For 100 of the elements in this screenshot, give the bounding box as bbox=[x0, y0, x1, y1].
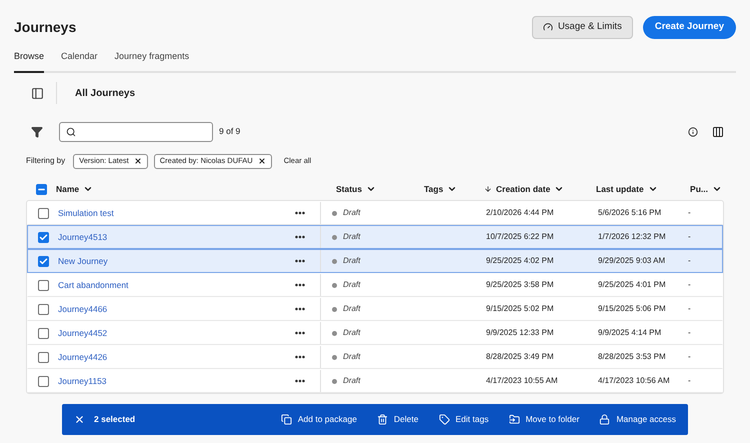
page-title: Journeys bbox=[14, 18, 76, 37]
table-row[interactable]: Journey4426 Draft 8/28/2025 3:49 PM 8/28/2025 3:53 PM - bbox=[27, 345, 723, 369]
action-button[interactable]: Manage access bbox=[599, 413, 676, 426]
search-icon bbox=[66, 126, 76, 136]
table-cell: - bbox=[688, 255, 691, 267]
table-cell-text: 4/17/2023 10:56 AM bbox=[598, 375, 671, 387]
tab[interactable]: Calendar bbox=[61, 50, 98, 73]
create-button[interactable]: Create Journey bbox=[642, 16, 736, 38]
table-cell: - bbox=[688, 351, 691, 363]
checkbox[interactable] bbox=[38, 256, 48, 266]
result-count: 9 of 9 bbox=[219, 125, 240, 138]
table-cell: - bbox=[688, 327, 691, 339]
table-cell-text: 4/17/2023 10:55 AM bbox=[486, 375, 559, 387]
action-button[interactable]: Add to package bbox=[280, 413, 357, 426]
table-cell: - bbox=[688, 303, 691, 315]
table-cell-text: 9/9/2025 12:33 PM bbox=[486, 327, 555, 339]
status-text: Draft bbox=[343, 303, 360, 315]
table-row[interactable]: New Journey Draft 9/25/2025 4:02 PM 9/29/2025 9:03 AM - bbox=[27, 249, 723, 273]
table-cell-text: 9/25/2025 4:02 PM bbox=[486, 255, 555, 267]
info-icon[interactable] bbox=[688, 126, 698, 136]
table-cell-text: 9/29/2025 9:03 AM bbox=[598, 255, 666, 267]
table-row[interactable]: Journey4466 Draft 9/15/2025 5:02 PM 9/15/2025 5:06 PM - bbox=[27, 297, 723, 321]
gauge-icon bbox=[542, 22, 553, 32]
status-text: Draft bbox=[343, 327, 360, 339]
chevron-down-icon bbox=[554, 184, 564, 194]
action-button[interactable]: Delete bbox=[376, 413, 418, 426]
chevron-down-icon bbox=[83, 184, 94, 194]
checkbox[interactable] bbox=[38, 328, 48, 338]
view-title: All Journeys bbox=[75, 86, 136, 100]
close-icon[interactable] bbox=[134, 157, 142, 165]
tag-icon bbox=[438, 414, 450, 425]
chevron-down-icon bbox=[447, 184, 458, 194]
checkbox[interactable] bbox=[38, 376, 48, 386]
status-text: Draft bbox=[343, 279, 360, 291]
table-cell: - bbox=[688, 375, 691, 387]
checkbox[interactable] bbox=[38, 352, 48, 362]
checkbox[interactable] bbox=[36, 184, 46, 194]
chevron-down-icon bbox=[712, 184, 722, 194]
selection-count: 2 selected bbox=[94, 413, 136, 426]
journey-link[interactable]: Journey4452 bbox=[58, 326, 108, 340]
journey-link[interactable]: Journey1153 bbox=[58, 374, 107, 388]
column-header[interactable]: Name bbox=[56, 182, 94, 196]
chevron-down-icon bbox=[366, 184, 376, 194]
status-text: Draft bbox=[343, 255, 360, 267]
checkbox[interactable] bbox=[38, 280, 48, 290]
column-header[interactable]: Status bbox=[336, 182, 376, 196]
copy-icon bbox=[280, 414, 292, 425]
tab[interactable]: Journey fragments bbox=[114, 50, 190, 73]
status-text: Draft bbox=[343, 351, 360, 363]
checkbox[interactable] bbox=[38, 304, 48, 314]
check-icon bbox=[38, 232, 48, 242]
table-cell-text: 10/7/2025 6:22 PM bbox=[486, 231, 555, 243]
status-text: Draft bbox=[343, 375, 360, 387]
action-button[interactable]: Move to folder bbox=[508, 413, 580, 426]
panel-icon[interactable] bbox=[31, 86, 44, 100]
table-row[interactable]: Journey4513 Draft 10/7/2025 6:22 PM 1/7/2026 12:32 PM - bbox=[27, 225, 723, 249]
filter-label: Filtering by bbox=[26, 155, 66, 167]
table-row[interactable]: Cart abandonment Draft 9/25/2025 3:58 PM 9/25/2025 4:01 PM - bbox=[27, 273, 723, 297]
action-button[interactable]: Edit tags bbox=[438, 413, 489, 426]
table-cell: - bbox=[688, 207, 691, 219]
table-cell: - bbox=[688, 279, 691, 291]
table-cell: - bbox=[688, 231, 691, 243]
table-cell-text: 1/7/2026 12:32 PM bbox=[598, 231, 667, 243]
table-cell-text: 9/25/2025 4:01 PM bbox=[598, 279, 667, 291]
journey-link[interactable]: Journey4513 bbox=[58, 230, 108, 244]
checkbox[interactable] bbox=[38, 232, 48, 242]
table-cell-text: 5/6/2026 5:16 PM bbox=[598, 207, 662, 219]
sort-arrow-icon bbox=[484, 185, 492, 193]
trash-icon bbox=[376, 414, 388, 425]
column-header[interactable]: Last update bbox=[596, 182, 658, 196]
column-header[interactable]: Tags bbox=[424, 182, 458, 196]
column-header[interactable]: Creation date bbox=[484, 182, 564, 196]
search-field[interactable] bbox=[59, 122, 213, 142]
journey-link[interactable]: Simulation test bbox=[58, 206, 114, 220]
journey-link[interactable]: New Journey bbox=[58, 254, 108, 268]
journey-link[interactable]: Journey4466 bbox=[58, 302, 108, 316]
close-icon[interactable] bbox=[258, 157, 266, 165]
table-cell-text: 9/9/2025 4:14 PM bbox=[598, 327, 662, 339]
tab[interactable]: Browse bbox=[14, 50, 44, 73]
columns-icon[interactable] bbox=[712, 126, 724, 138]
table-row[interactable]: Journey1153 Draft 4/17/2023 10:55 AM 4/17/2023 10:56 AM - bbox=[27, 369, 723, 393]
table-cell-text: 8/28/2025 3:49 PM bbox=[486, 351, 555, 363]
column-header[interactable]: Pu... bbox=[690, 182, 722, 196]
table-cell-text: 8/28/2025 3:53 PM bbox=[598, 351, 667, 363]
journey-link[interactable]: Journey4426 bbox=[58, 350, 108, 364]
journey-link[interactable]: Cart abandonment bbox=[58, 278, 128, 292]
filter-icon[interactable] bbox=[31, 126, 43, 138]
usage-button[interactable]: Usage & Limits bbox=[532, 16, 633, 38]
close-icon[interactable] bbox=[74, 414, 85, 425]
status-text: Draft bbox=[343, 207, 360, 219]
lock-icon bbox=[599, 414, 610, 425]
table-cell-text: 9/15/2025 5:02 PM bbox=[486, 303, 555, 315]
table-cell-text: 2/10/2026 4:44 PM bbox=[486, 207, 555, 219]
chevron-down-icon bbox=[648, 184, 658, 194]
table-cell-text: 9/15/2025 5:06 PM bbox=[598, 303, 667, 315]
check-icon bbox=[38, 256, 48, 266]
status-text: Draft bbox=[343, 231, 360, 243]
table-row[interactable]: Journey4452 Draft 9/9/2025 12:33 PM 9/9/2025 4:14 PM - bbox=[27, 321, 723, 345]
table-cell-text: 9/25/2025 3:58 PM bbox=[486, 279, 555, 291]
checkbox[interactable] bbox=[38, 208, 48, 218]
